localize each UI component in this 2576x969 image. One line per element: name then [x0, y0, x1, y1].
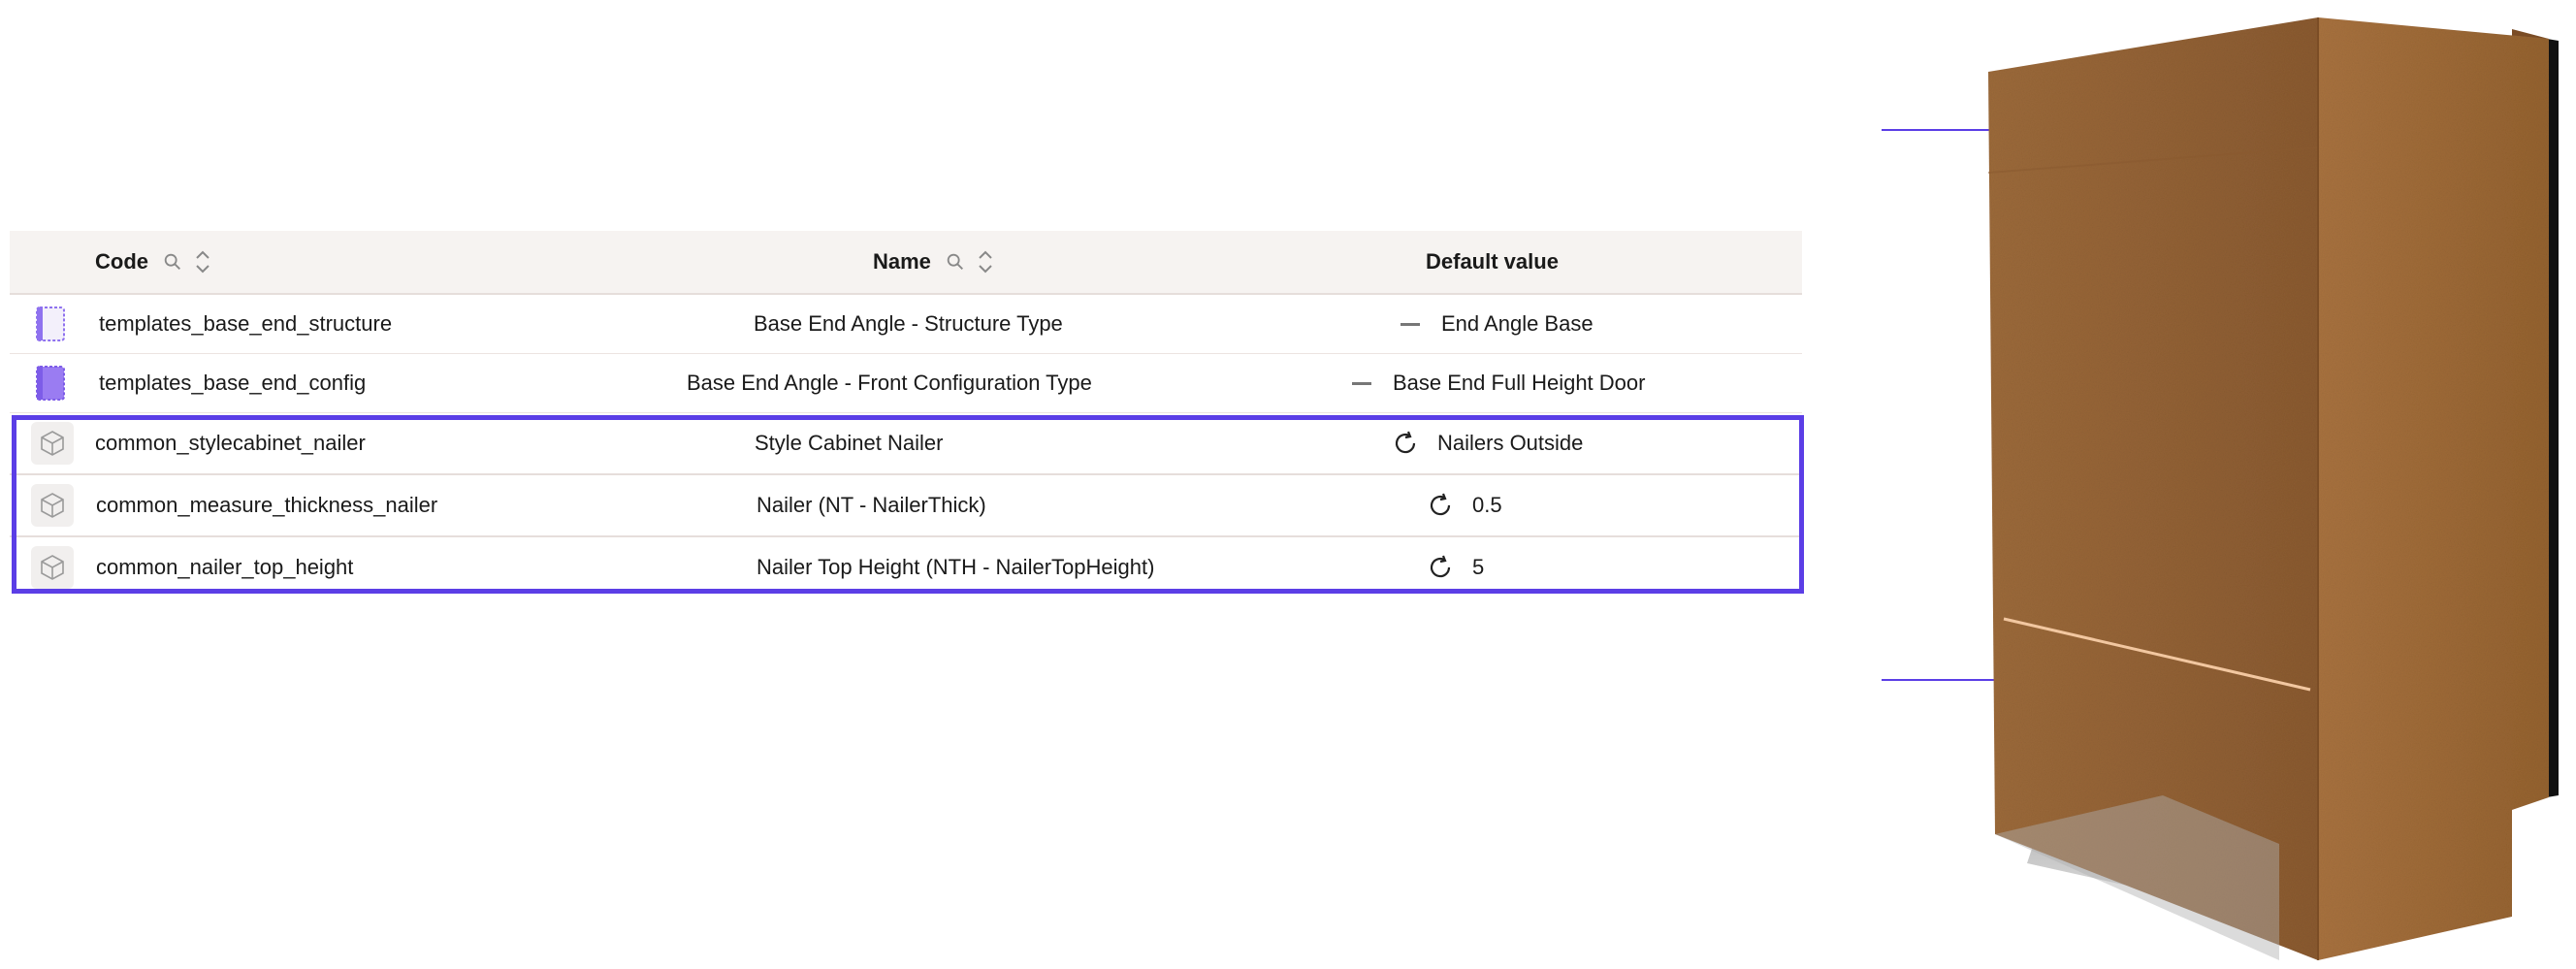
table-row[interactable]: common_nailer_top_height Nailer Top Heig… [10, 537, 1802, 598]
sort-icon[interactable] [193, 246, 212, 277]
name-cell: Base End Angle - Front Configuration Typ… [687, 371, 1092, 395]
dash-icon [1352, 381, 1371, 385]
refresh-icon[interactable] [1426, 553, 1455, 582]
default-value-cell: 0.5 [1426, 475, 1502, 535]
cube-icon [31, 484, 74, 527]
table-row[interactable]: templates_base_end_config Base End Angle… [10, 354, 1802, 413]
dash-icon [1401, 322, 1420, 326]
column-header-name[interactable]: Name [873, 231, 995, 293]
code-cell: common_stylecabinet_nailer [95, 431, 366, 455]
default-value-cell: Base End Full Height Door [1352, 354, 1645, 412]
name-cell: Nailer (NT - NailerThick) [757, 493, 986, 517]
name-cell: Style Cabinet Nailer [755, 431, 944, 455]
code-cell: templates_base_end_structure [99, 311, 393, 336]
table-header: Code Name Default value [10, 231, 1802, 295]
search-icon[interactable] [162, 251, 183, 273]
cube-icon [31, 422, 74, 465]
sort-icon[interactable] [976, 246, 995, 277]
search-icon[interactable] [945, 251, 966, 273]
code-cell: templates_base_end_config [99, 371, 367, 395]
refresh-icon[interactable] [1391, 429, 1420, 458]
default-value-cell: Nailers Outside [1391, 413, 1583, 473]
refresh-icon[interactable] [1426, 491, 1455, 520]
column-header-default-value: Default value [1426, 249, 1559, 274]
table-row[interactable]: common_stylecabinet_nailer Style Cabinet… [10, 413, 1802, 475]
cube-icon [31, 546, 74, 589]
code-cell: common_measure_thickness_nailer [96, 493, 438, 517]
template-icon [36, 307, 65, 341]
template-icon [36, 366, 65, 401]
cabinet-3d-render [1987, 17, 2559, 960]
table-row[interactable]: templates_base_end_structure Base End An… [10, 295, 1802, 354]
name-cell: Base End Angle - Structure Type [754, 311, 1063, 336]
column-header-code[interactable]: Code [95, 231, 212, 293]
default-value-cell: End Angle Base [1401, 295, 1594, 353]
name-cell: Nailer Top Height (NTH - NailerTopHeight… [757, 555, 1155, 579]
table-row[interactable]: common_measure_thickness_nailer Nailer (… [10, 475, 1802, 537]
code-cell: common_nailer_top_height [96, 555, 354, 579]
attributes-table: Code Name Default value templates_base_e… [10, 231, 1802, 598]
default-value-cell: 5 [1426, 537, 1484, 598]
